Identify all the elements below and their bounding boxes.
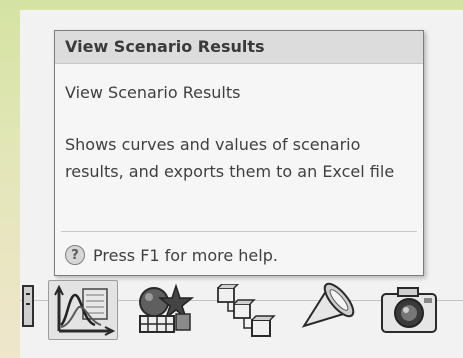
camera-icon [381, 287, 437, 333]
toolbar [20, 270, 463, 358]
cone-light-icon [301, 282, 355, 328]
tooltip-description: Shows curves and values of scenario resu… [65, 135, 395, 181]
shape-star-grid-button[interactable] [132, 282, 196, 338]
view-scenario-results-button[interactable] [48, 280, 118, 340]
question-icon: ? [65, 245, 85, 265]
camera-button[interactable] [378, 282, 440, 338]
partial-tool-icon [22, 285, 34, 327]
tooltip: View Scenario Results View Scenario Resu… [54, 30, 424, 276]
view-scenario-results-icon [54, 284, 116, 336]
tooltip-help: ? Press F1 for more help. [65, 243, 278, 267]
connected-cubes-button[interactable] [216, 284, 276, 340]
help-text: Press F1 for more help. [93, 245, 278, 265]
tooltip-title: View Scenario Results [55, 31, 423, 64]
tooltip-divider [61, 231, 417, 232]
connected-cubes-icon [217, 284, 276, 337]
tooltip-subtitle: View Scenario Results [65, 83, 241, 102]
shape-star-grid-icon [139, 283, 195, 333]
partial-tool-button[interactable] [20, 282, 36, 334]
cone-light-button[interactable] [298, 282, 356, 340]
